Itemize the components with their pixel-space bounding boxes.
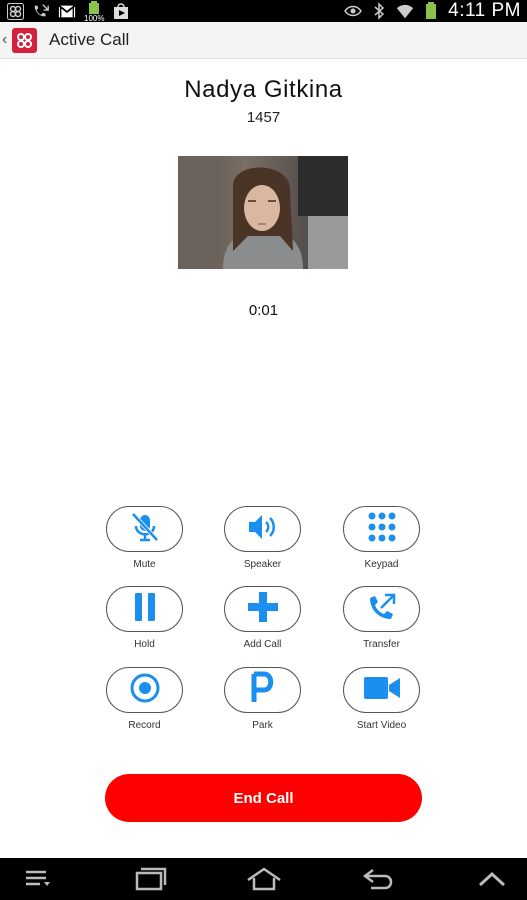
speaker-control: Speaker <box>214 506 314 576</box>
speaker-button[interactable] <box>224 506 301 552</box>
status-bar: 100% 4:11 PM <box>0 0 527 23</box>
page-title: Active Call <box>49 30 130 49</box>
back-icon[interactable] <box>358 866 398 892</box>
transfer-control: Transfer <box>333 586 433 656</box>
speaker-icon <box>246 512 280 547</box>
record-button[interactable] <box>106 667 183 713</box>
app-bar: ‹ Active Call <box>0 22 527 59</box>
play-store-icon <box>112 2 130 20</box>
video-camera-icon <box>363 675 401 706</box>
caller-name: Nadya Gitkina <box>184 76 343 103</box>
app-logo[interactable] <box>12 28 37 53</box>
add-call-button[interactable] <box>224 586 301 632</box>
add-call-control: Add Call <box>214 586 314 656</box>
park-button[interactable] <box>224 667 301 713</box>
home-icon[interactable] <box>244 866 284 892</box>
record-icon <box>128 671 162 710</box>
mute-control: Mute <box>96 506 196 576</box>
park-control: Park <box>214 667 314 737</box>
navigation-bar <box>0 858 527 900</box>
keypad-button[interactable] <box>343 506 420 552</box>
menu-icon[interactable] <box>18 866 58 892</box>
add-call-label: Add Call <box>243 639 282 650</box>
app-notification-icon <box>6 2 24 20</box>
eye-icon <box>344 2 363 20</box>
end-call-button[interactable]: End Call <box>105 774 422 822</box>
transfer-button[interactable] <box>343 586 420 632</box>
start-video-button[interactable] <box>343 667 420 713</box>
end-call-label: End Call <box>233 789 294 807</box>
back-chevron-icon[interactable]: ‹ <box>2 31 7 49</box>
phone-transfer-icon <box>365 590 399 629</box>
hold-label: Hold <box>134 639 155 650</box>
mic-off-icon <box>128 510 162 549</box>
mute-button[interactable] <box>106 506 183 552</box>
mute-label: Mute <box>133 559 156 570</box>
gmail-icon <box>58 2 76 20</box>
start-video-label: Start Video <box>356 720 407 731</box>
pause-icon <box>131 591 159 628</box>
chevron-up-icon[interactable] <box>472 866 512 892</box>
record-control: Record <box>96 667 196 737</box>
record-label: Record <box>128 720 161 731</box>
speaker-label: Speaker <box>243 559 282 570</box>
start-video-control: Start Video <box>333 667 433 737</box>
battery-full-icon: 100% <box>84 1 104 23</box>
transfer-label: Transfer <box>363 639 400 650</box>
keypad-label: Keypad <box>364 559 399 570</box>
park-label: Park <box>252 720 273 731</box>
bluetooth-icon <box>370 2 388 20</box>
recent-apps-icon[interactable] <box>130 866 170 892</box>
wifi-icon <box>396 2 414 20</box>
clock: 4:11 PM <box>448 0 521 21</box>
plus-icon <box>247 591 279 628</box>
hold-button[interactable] <box>106 586 183 632</box>
park-icon <box>249 671 277 710</box>
battery-icon <box>422 2 440 20</box>
keypad-control: Keypad <box>333 506 433 576</box>
caller-number: 1457 <box>246 109 281 126</box>
missed-call-icon <box>32 2 50 20</box>
call-timer: 0:01 <box>248 302 279 319</box>
hold-control: Hold <box>96 586 196 656</box>
remote-video-feed <box>178 156 348 269</box>
keypad-icon <box>365 510 399 549</box>
